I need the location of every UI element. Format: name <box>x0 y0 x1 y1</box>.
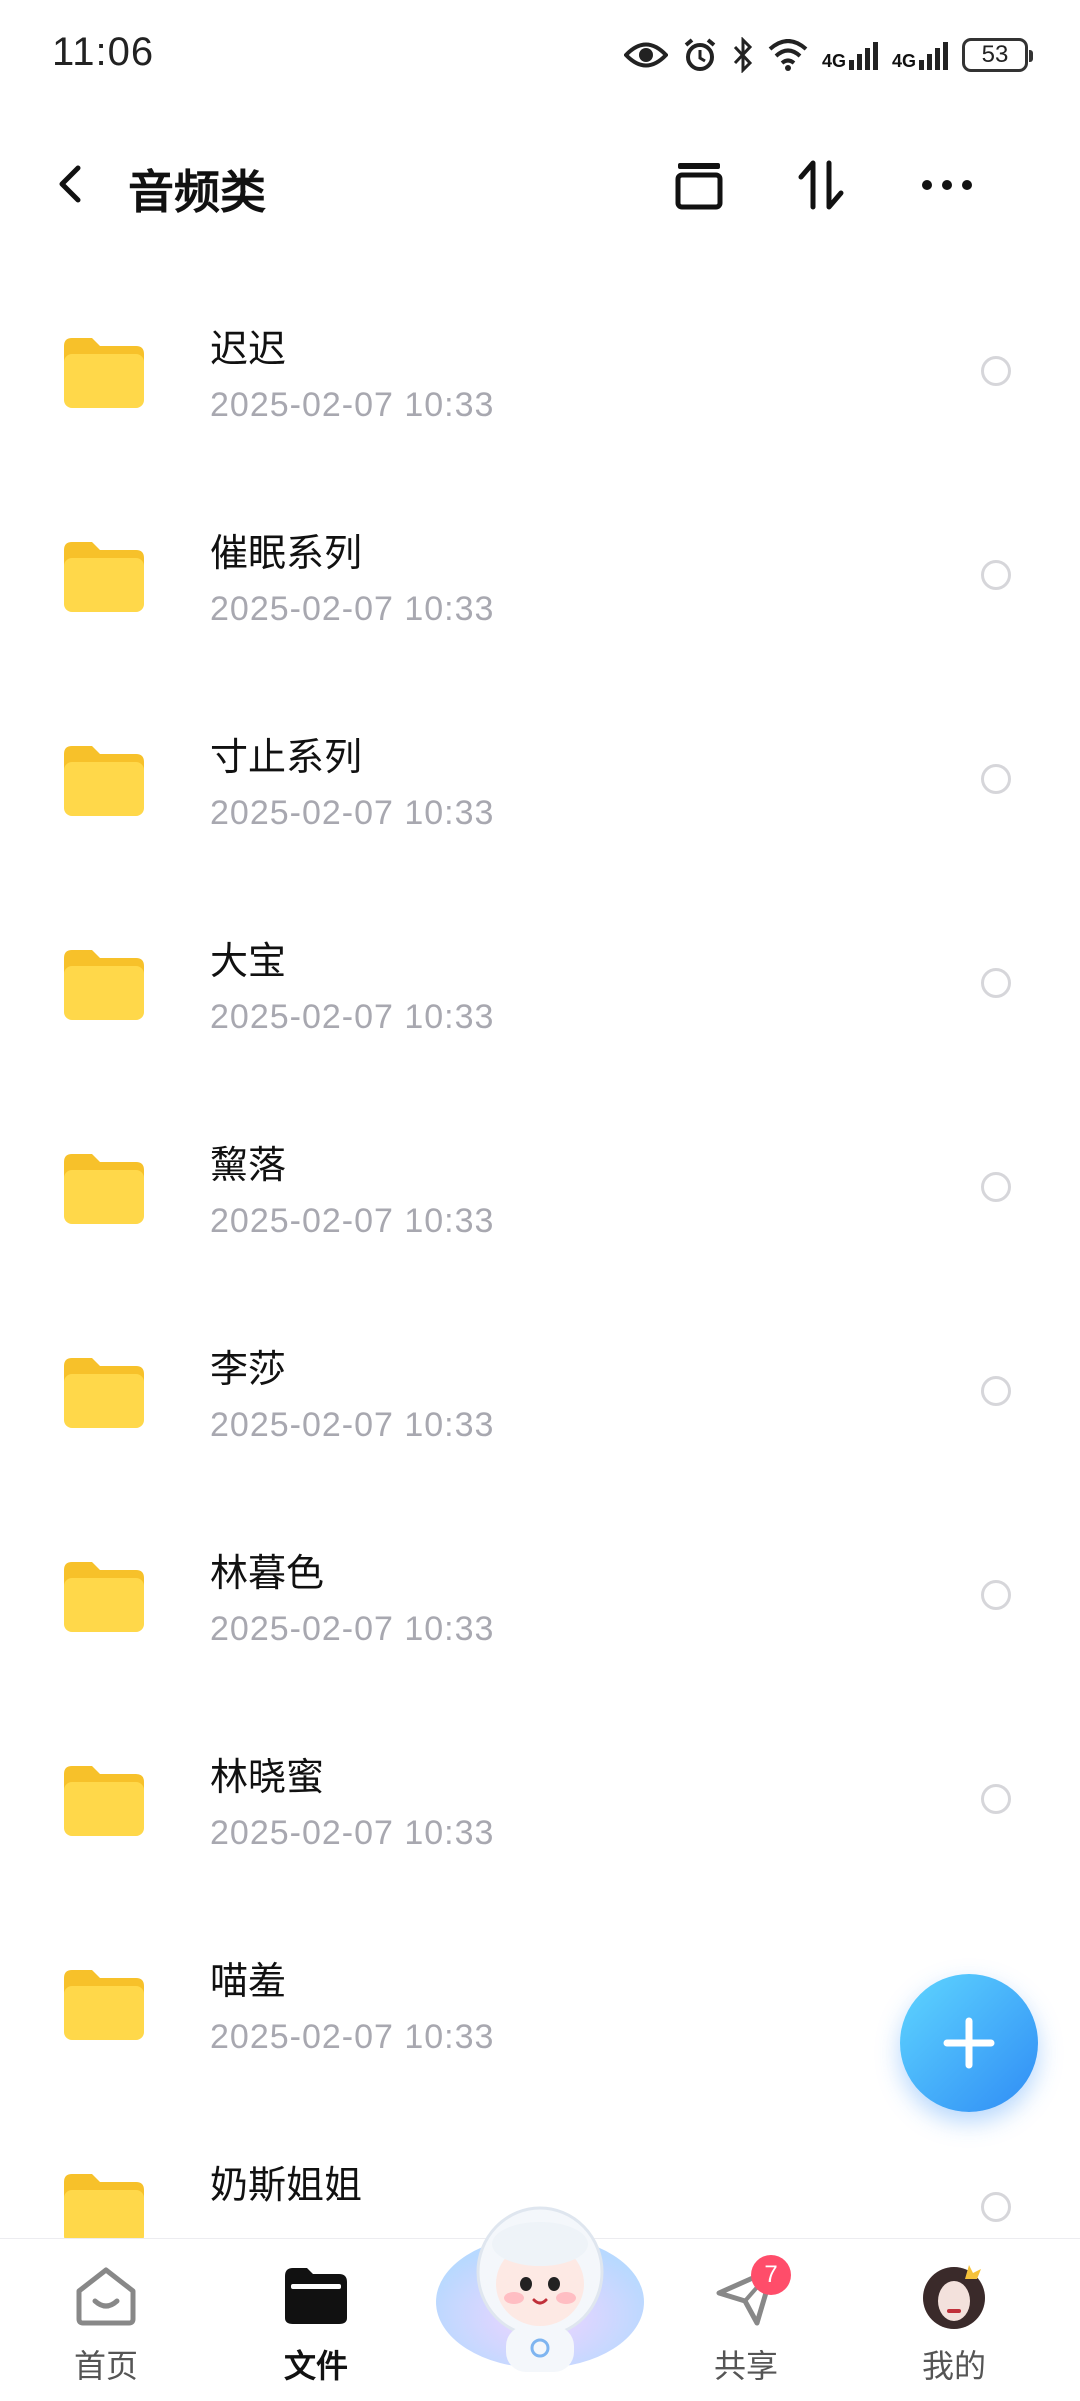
folder-icon <box>64 2174 144 2244</box>
eye-icon <box>623 40 668 70</box>
add-button[interactable] <box>900 1974 1038 2112</box>
list-item[interactable]: 林暮色 2025-02-07 10:33 <box>0 1496 1080 1700</box>
select-radio[interactable] <box>981 356 1011 386</box>
nav-share[interactable]: 7 共享 <box>676 2239 816 2401</box>
mascot-icon <box>436 2206 644 2372</box>
back-arrow-icon <box>59 165 81 203</box>
back-button[interactable] <box>44 154 104 214</box>
nav-files[interactable]: 文件 <box>246 2239 386 2401</box>
folder-icon <box>64 1766 144 1836</box>
file-date: 2025-02-07 10:33 <box>210 1202 495 1240</box>
folder-icon <box>64 746 144 816</box>
battery-icon: 53 <box>962 38 1033 72</box>
network-type-label: 4G <box>891 51 916 71</box>
status-icons: 4G 4G 53 <box>623 32 1033 78</box>
home-icon <box>71 2261 141 2331</box>
select-radio[interactable] <box>981 1784 1011 1814</box>
signal-icon: 4G <box>892 40 948 70</box>
file-date: 2025-02-07 10:33 <box>210 590 495 628</box>
file-name: 林暮色 <box>210 1551 325 1595</box>
file-name: 喵羞 <box>210 1959 287 2003</box>
nav-mine-label: 我的 <box>921 2347 986 2385</box>
file-name: 李莎 <box>210 1347 287 1391</box>
select-radio[interactable] <box>981 2192 1011 2222</box>
bluetooth-icon <box>732 37 754 73</box>
list-item[interactable]: 催眠系列 2025-02-07 10:33 <box>0 476 1080 680</box>
file-date: 2025-02-07 10:33 <box>210 1406 495 1444</box>
list-item[interactable]: 黧落 2025-02-07 10:33 <box>0 1088 1080 1292</box>
list-item[interactable]: 迟迟 2025-02-07 10:33 <box>0 272 1080 476</box>
network-type-label: 4G <box>821 51 846 71</box>
file-date: 2025-02-07 10:33 <box>210 1610 495 1648</box>
file-name: 林晓蜜 <box>210 1755 325 1799</box>
nav-files-label: 文件 <box>283 2347 348 2385</box>
folder-icon <box>64 1154 144 1224</box>
file-name: 奶斯姐姐 <box>210 2163 363 2207</box>
wifi-icon <box>768 39 808 71</box>
file-date: 2025-02-07 10:33 <box>210 2018 495 2056</box>
folder-icon <box>64 1970 144 2040</box>
archive-button[interactable] <box>664 150 734 220</box>
file-name: 黧落 <box>210 1143 287 1187</box>
file-name: 寸止系列 <box>210 735 363 779</box>
nav-mine[interactable]: 我的 <box>884 2239 1024 2401</box>
sort-icon <box>798 160 844 210</box>
file-date: 2025-02-07 10:33 <box>210 1814 495 1852</box>
page-title: 音频类 <box>128 165 266 219</box>
signal-icon: 4G <box>822 40 878 70</box>
share-badge: 7 <box>751 2255 791 2295</box>
file-date: 2025-02-07 10:33 <box>210 998 495 1036</box>
folder-icon <box>64 950 144 1020</box>
list-item[interactable]: 寸止系列 2025-02-07 10:33 <box>0 680 1080 884</box>
folder-icon <box>64 338 144 408</box>
file-name: 催眠系列 <box>210 531 363 575</box>
header: 音频类 <box>0 130 1080 240</box>
plus-icon <box>943 2017 995 2069</box>
select-radio[interactable] <box>981 764 1011 794</box>
sort-button[interactable] <box>786 150 856 220</box>
battery-level: 53 <box>981 41 1009 68</box>
select-radio[interactable] <box>981 968 1011 998</box>
nav-share-label: 共享 <box>713 2347 778 2385</box>
file-date: 2025-02-07 10:33 <box>210 794 495 832</box>
alarm-icon <box>682 37 718 73</box>
list-item[interactable]: 大宝 2025-02-07 10:33 <box>0 884 1080 1088</box>
file-date: 2025-02-07 10:33 <box>210 386 495 424</box>
nav-home[interactable]: 首页 <box>36 2239 176 2401</box>
select-radio[interactable] <box>981 560 1011 590</box>
folder-icon <box>64 1358 144 1428</box>
status-bar: 11:06 4G 4G 53 <box>0 0 1080 110</box>
nav-home-label: 首页 <box>73 2347 138 2385</box>
select-radio[interactable] <box>981 1376 1011 1406</box>
avatar <box>919 2261 989 2331</box>
folder-icon <box>64 1562 144 1632</box>
select-radio[interactable] <box>981 1172 1011 1202</box>
send-icon: 7 <box>711 2255 791 2331</box>
file-name: 大宝 <box>210 939 287 983</box>
status-time: 11:06 <box>52 30 155 74</box>
archive-icon <box>675 163 723 210</box>
select-radio[interactable] <box>981 1580 1011 1610</box>
folder-icon <box>64 542 144 612</box>
more-button[interactable] <box>912 150 982 220</box>
list-item[interactable]: 林晓蜜 2025-02-07 10:33 <box>0 1700 1080 1904</box>
list-item[interactable]: 李莎 2025-02-07 10:33 <box>0 1292 1080 1496</box>
folder-icon <box>281 2261 351 2331</box>
assistant-mascot-button[interactable] <box>430 2180 650 2380</box>
file-name: 迟迟 <box>210 327 287 371</box>
more-icon <box>922 180 972 190</box>
